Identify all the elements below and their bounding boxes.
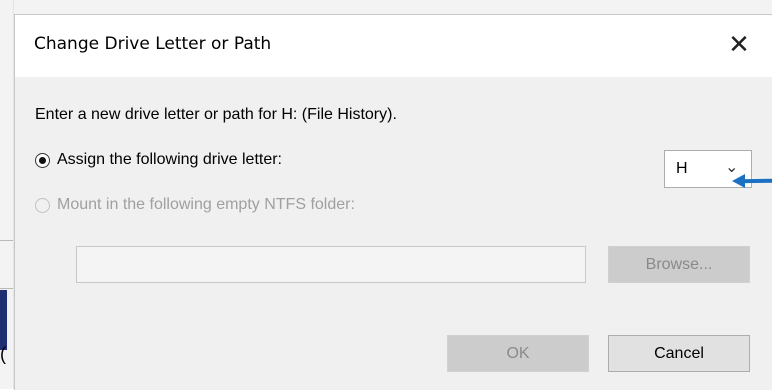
folder-path-input xyxy=(76,246,586,283)
mount-folder-radio xyxy=(35,197,50,213)
instruction-text: Enter a new drive letter or path for H: … xyxy=(35,106,397,123)
background-text-fragment: ( xyxy=(0,344,6,364)
mount-folder-label: Mount in the following empty NTFS folder… xyxy=(57,196,355,213)
cancel-button[interactable]: Cancel xyxy=(608,335,750,372)
close-icon[interactable]: ✕ xyxy=(719,27,759,63)
background-selection-bar xyxy=(0,290,7,350)
ok-button: OK xyxy=(447,335,589,372)
background-window: ( xyxy=(0,0,14,389)
assign-letter-radio[interactable] xyxy=(35,152,50,168)
background-window-top xyxy=(0,0,772,14)
dialog-title: Change Drive Letter or Path xyxy=(34,34,272,54)
assign-letter-label: Assign the following drive letter: xyxy=(57,151,282,168)
mount-folder-option: Mount in the following empty NTFS folder… xyxy=(35,196,355,214)
divider xyxy=(0,288,13,289)
annotation-arrow xyxy=(739,178,772,184)
change-drive-letter-dialog: Change Drive Letter or Path ✕ Enter a ne… xyxy=(14,14,772,390)
drive-letter-value: H xyxy=(676,160,688,177)
browse-button: Browse... xyxy=(608,246,750,283)
assign-letter-option[interactable]: Assign the following drive letter: xyxy=(35,151,282,169)
divider xyxy=(0,240,13,241)
title-bar: Change Drive Letter or Path ✕ xyxy=(15,15,772,77)
